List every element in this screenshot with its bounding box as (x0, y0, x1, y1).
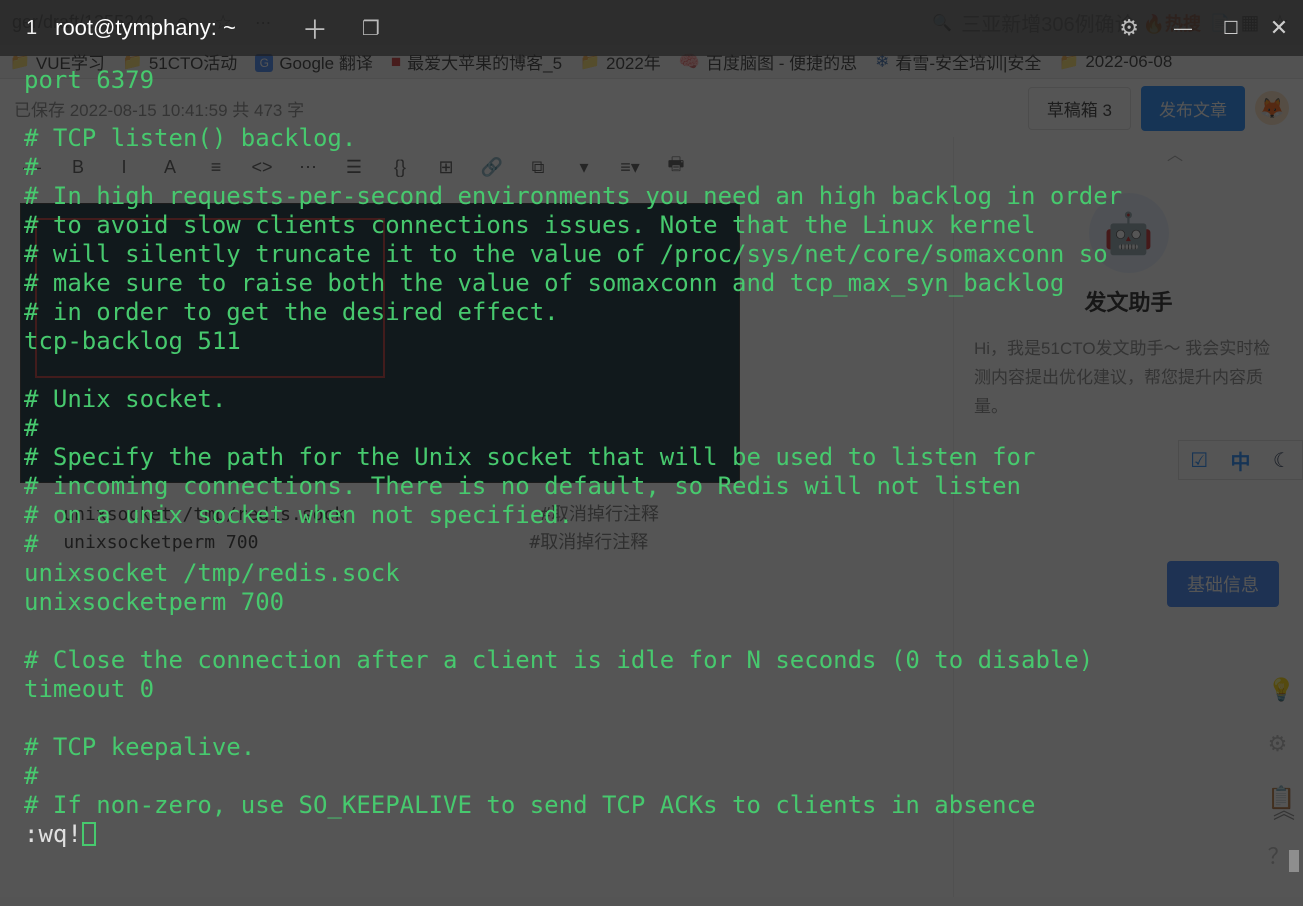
window-minimize-icon[interactable]: — (1159, 0, 1207, 56)
terminal-tab-index: 1 (26, 17, 37, 40)
terminal-line: # Specify the path for the Unix socket t… (24, 443, 1035, 471)
terminal-body[interactable]: port 6379 # TCP listen() backlog. # # In… (0, 56, 1303, 906)
terminal-titlebar[interactable]: 1 root@tymphany: ~ ＋ ❐ ⚙ — ☐ ✕ (0, 0, 1303, 56)
terminal-line: # TCP listen() backlog. (24, 124, 356, 152)
terminal-line: # on a unix socket when not specified. (24, 501, 573, 529)
terminal-window: 1 root@tymphany: ~ ＋ ❐ ⚙ — ☐ ✕ port 6379… (0, 0, 1303, 906)
window-maximize-icon[interactable]: ☐ (1207, 0, 1255, 56)
split-pane-icon[interactable]: ❐ (362, 16, 380, 41)
vim-command: :wq! (24, 820, 82, 848)
terminal-line: tcp-backlog 511 (24, 327, 241, 355)
terminal-line: # Unix socket. (24, 385, 226, 413)
window-close-icon[interactable]: ✕ (1255, 0, 1303, 56)
terminal-line: timeout 0 (24, 675, 154, 703)
terminal-line: # make sure to raise both the value of s… (24, 269, 1064, 297)
terminal-line: # will silently truncate it to the value… (24, 240, 1108, 268)
terminal-line: port 6379 (24, 66, 154, 94)
terminal-line: unixsocket /tmp/redis.sock (24, 559, 400, 587)
terminal-line: # (24, 530, 38, 558)
terminal-line: # If non-zero, use SO_KEEPALIVE to send … (24, 791, 1035, 819)
terminal-line: # (24, 414, 38, 442)
terminal-line: # to avoid slow clients connections issu… (24, 211, 1035, 239)
terminal-tab[interactable]: 1 root@tymphany: ~ (0, 0, 262, 56)
terminal-line: # In high requests-per-second environmen… (24, 182, 1122, 210)
terminal-line: unixsocketperm 700 (24, 588, 284, 616)
new-tab-icon[interactable]: ＋ (302, 10, 328, 47)
terminal-settings-icon[interactable]: ⚙ (1119, 15, 1139, 41)
terminal-tab-title: root@tymphany: ~ (55, 15, 236, 41)
terminal-line: # TCP keepalive. (24, 733, 255, 761)
terminal-cursor (82, 822, 96, 846)
terminal-line: # incoming connections. There is no defa… (24, 472, 1021, 500)
terminal-line: # (24, 153, 38, 181)
terminal-line: # in order to get the desired effect. (24, 298, 559, 326)
terminal-line: # (24, 762, 38, 790)
terminal-line: # Close the connection after a client is… (24, 646, 1093, 674)
